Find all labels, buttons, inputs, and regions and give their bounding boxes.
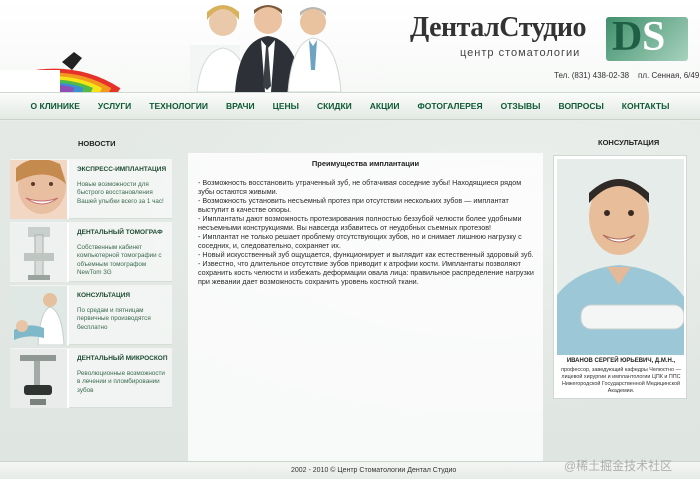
news-thumb-microscope	[10, 349, 69, 408]
site-header: ДенталСтудио центр стоматологии D S Тел.…	[0, 0, 700, 92]
news-item-text: По средам и пятницам первичные производя…	[77, 307, 151, 331]
news-item[interactable]: ЭКСПРЕСС-ИМПЛАНТАЦИЯ Новые возможности д…	[10, 159, 172, 219]
news-item-title[interactable]: ДЕНТАЛЬНЫЙ ТОМОГРАФ	[77, 229, 163, 236]
nav-item-contacts[interactable]: КОНТАКТЫ	[613, 101, 679, 111]
consultation-heading: КОНСУЛЬТАЦИЯ	[598, 138, 660, 147]
news-list: ЭКСПРЕСС-ИМПЛАНТАЦИЯ Новые возможности д…	[10, 159, 172, 409]
doctor-photo	[557, 159, 684, 355]
news-item-title[interactable]: ДЕНТАЛЬНЫЙ МИКРОСКОП	[77, 355, 168, 362]
header-phone: Тел. (831) 438-02-38	[554, 71, 630, 80]
doctor-description: профессор, заведующий кафедры Челюстно —…	[561, 367, 681, 394]
nav-item-services[interactable]: УСЛУГИ	[89, 101, 140, 111]
news-item-text: Новые возможности для быстрого восстанов…	[77, 181, 164, 205]
article-paragraph: - Имплантат не только решает проблему от…	[198, 232, 522, 250]
nav-item-promotions[interactable]: АКЦИИ	[361, 101, 409, 111]
news-thumb-smile	[10, 160, 69, 219]
news-item-title[interactable]: ЭКСПРЕСС-ИМПЛАНТАЦИЯ	[77, 166, 166, 173]
news-thumb-tomograph	[10, 223, 69, 282]
news-heading: НОВОСТИ	[78, 139, 116, 148]
nav-item-reviews[interactable]: ОТЗЫВЫ	[492, 101, 550, 111]
main-article: Преимущества имплантации - Возможность в…	[188, 153, 543, 461]
nav-item-questions[interactable]: ВОПРОСЫ	[550, 101, 613, 111]
logo-subtitle: центр стоматологии	[460, 47, 581, 59]
nav-item-doctors[interactable]: ВРАЧИ	[217, 101, 264, 111]
news-item-text: Революционные возможности в лечении и пл…	[77, 370, 165, 394]
consultation-card[interactable]: ИВАНОВ СЕРГЕЙ ЮРЬЕВИЧ, Д.М.Н., профессор…	[553, 155, 687, 399]
article-paragraph: - Имплантаты дают возможность протезиров…	[198, 214, 522, 232]
header-contact-line: Тел. (831) 438-02-38 пл. Сенная, 6/49	[554, 71, 699, 80]
doctors-header-photo	[190, 5, 342, 92]
rainbow-logo-graphic	[0, 52, 121, 92]
article-title: Преимущества имплантации	[311, 159, 420, 168]
nav-item-discounts[interactable]: СКИДКИ	[308, 101, 361, 111]
news-item[interactable]: КОНСУЛЬТАЦИЯ По средам и пятницам первич…	[10, 285, 172, 345]
logo-title[interactable]: ДенталСтудио	[410, 12, 587, 44]
nav-item-technologies[interactable]: ТЕХНОЛОГИИ	[140, 101, 217, 111]
news-item-title[interactable]: КОНСУЛЬТАЦИЯ	[77, 292, 130, 299]
article-body: - Возможность восстановить утраченный зу…	[198, 178, 538, 286]
article-paragraph: - Возможность установить несъемный проте…	[198, 196, 509, 214]
news-item-text: Собственным кабинет компьютерной томогра…	[77, 244, 162, 276]
news-item[interactable]: ДЕНТАЛЬНЫЙ ТОМОГРАФ Собственным кабинет …	[10, 222, 172, 282]
nav-item-gallery[interactable]: ФОТОГАЛЕРЕЯ	[409, 101, 492, 111]
nav-item-prices[interactable]: ЦЕНЫ	[264, 101, 308, 111]
news-item[interactable]: ДЕНТАЛЬНЫЙ МИКРОСКОП Революционные возмо…	[10, 348, 172, 408]
article-paragraph: - Возможность восстановить утраченный зу…	[198, 178, 522, 196]
news-thumb-consultation	[10, 286, 69, 345]
watermark-text: @稀土掘金技术社区	[564, 459, 673, 473]
header-address: пл. Сенная, 6/49	[638, 71, 700, 80]
nav-item-about[interactable]: О КЛИНИКЕ	[22, 101, 89, 111]
article-paragraph: - Новый искусственный зуб ощущается, фун…	[198, 250, 534, 259]
doctor-name: ИВАНОВ СЕРГЕЙ ЮРЬЕВИЧ, Д.М.Н.,	[566, 358, 676, 364]
main-navigation: О КЛИНИКЕ УСЛУГИ ТЕХНОЛОГИИ ВРАЧИ ЦЕНЫ С…	[0, 92, 700, 120]
footer-copyright: 2002 - 2010 © Центр Стоматологии Дентал …	[291, 467, 457, 474]
logo-ds-mark: D S	[606, 14, 688, 61]
article-paragraph: - Известно, что длительное отсутствие зу…	[198, 259, 534, 286]
